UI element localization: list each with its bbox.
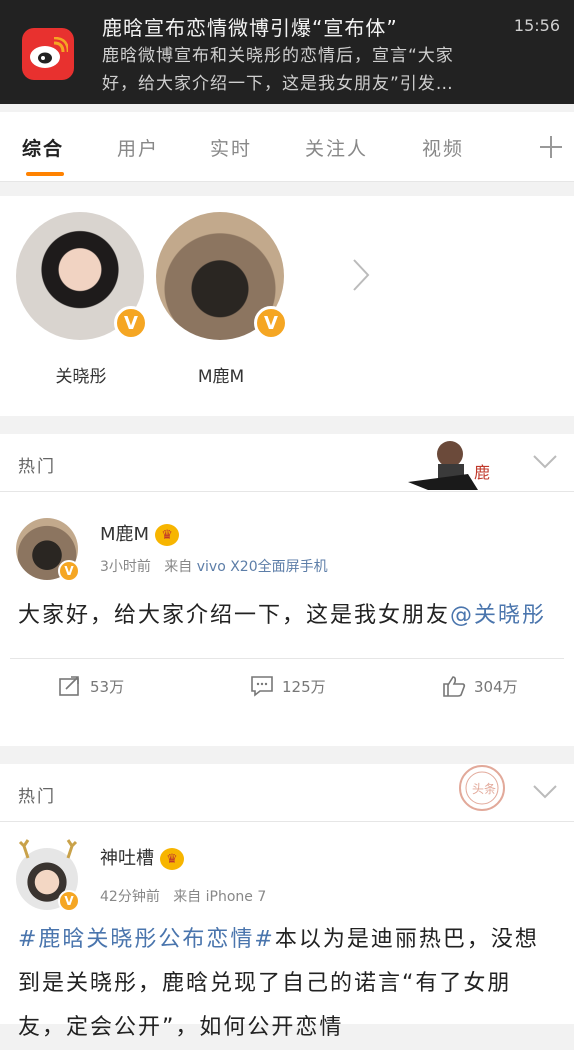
post-text: 大家好，给大家介绍一下，这是我女朋友@关晓彤 bbox=[0, 584, 574, 638]
notification-title: 鹿晗宣布恋情微博引爆“宣布体” bbox=[102, 16, 398, 40]
author-name[interactable]: 神吐槽 ♛ bbox=[100, 844, 184, 870]
comment-count: 125万 bbox=[282, 677, 326, 696]
post-time: 3小时前 bbox=[100, 559, 151, 575]
hot-label: 热门 bbox=[18, 457, 56, 477]
crown-icon: ♛ bbox=[155, 524, 180, 546]
tab-users[interactable]: 用户 bbox=[117, 134, 159, 161]
post-source[interactable]: vivo X20全面屏手机 bbox=[197, 559, 328, 575]
avatar: V bbox=[16, 212, 148, 340]
user-item-guanxiaotong[interactable]: V 关晓彤 bbox=[16, 212, 148, 387]
post-text-body: 大家好，给大家介绍一下，这是我女朋友 bbox=[18, 603, 451, 628]
post-card-2: 热门 头条 V 神吐槽 ♛ 42分钟前 来自 iPhone 7 #鹿晗关晓彤公布… bbox=[0, 764, 574, 1040]
user-item-mlum[interactable]: V M鹿M bbox=[156, 212, 288, 387]
mention-link[interactable]: @关晓彤 bbox=[450, 603, 546, 628]
verified-badge-icon: V bbox=[58, 890, 80, 912]
comment-icon bbox=[251, 676, 273, 697]
weibo-app-icon bbox=[22, 28, 74, 80]
tab-following[interactable]: 关注人 bbox=[305, 134, 368, 161]
notification-time: 15:56 bbox=[513, 16, 560, 35]
notification-banner[interactable]: 鹿晗宣布恋情微博引爆“宣布体” 15:56 鹿晗微博宣布和关晓彤的恋情后，宣言“… bbox=[0, 0, 574, 104]
chevron-right-icon[interactable] bbox=[350, 258, 372, 296]
like-count: 304万 bbox=[474, 677, 518, 696]
post-text: #鹿晗关晓彤公布恋情#本以为是迪丽热巴，没想到是关晓彤，鹿晗兑现了自己的诺言“有… bbox=[0, 914, 574, 1050]
hashtag-link[interactable]: #鹿晗关晓彤公布恋情# bbox=[18, 927, 275, 952]
tab-comprehensive[interactable]: 综合 bbox=[22, 134, 64, 161]
hot-header: 热门 鹿 bbox=[0, 434, 574, 492]
notification-body-line1: 鹿晗微博宣布和关晓彤的恋情后，宣言“大家 bbox=[102, 46, 454, 66]
hot-header: 热门 头条 bbox=[0, 764, 574, 822]
verified-badge-icon: V bbox=[114, 306, 148, 340]
comment-button[interactable]: 125万 bbox=[250, 675, 326, 697]
tab-video[interactable]: 视频 bbox=[422, 134, 464, 161]
thumbs-up-icon bbox=[443, 676, 466, 697]
stamp-watermark-icon: 头条 bbox=[444, 764, 518, 822]
hot-label: 热门 bbox=[18, 787, 56, 807]
repost-icon bbox=[59, 676, 79, 696]
avatar: V bbox=[156, 212, 288, 340]
antler-decoration-icon bbox=[18, 836, 78, 864]
notification-body-line2: 好，给大家介绍一下，这是我女朋友”引发… bbox=[102, 74, 454, 94]
post-from: 来自 bbox=[173, 889, 202, 905]
active-tab-indicator bbox=[26, 172, 64, 176]
post-header: V M鹿M ♛ 3小时前 来自 vivo X20全面屏手机 bbox=[0, 492, 574, 584]
author-name-text: 神吐槽 bbox=[100, 848, 154, 869]
repost-count: 53万 bbox=[90, 677, 125, 696]
verified-badge-icon: V bbox=[58, 560, 80, 582]
post-source[interactable]: iPhone 7 bbox=[206, 889, 267, 905]
tab-realtime[interactable]: 实时 bbox=[210, 134, 252, 161]
post-meta: 3小时前 来自 vivo X20全面屏手机 bbox=[100, 556, 328, 576]
author-name-text: M鹿M bbox=[100, 524, 150, 545]
verified-badge-icon: V bbox=[254, 306, 288, 340]
repost-button[interactable]: 53万 bbox=[58, 675, 124, 697]
add-tab-plus-icon[interactable] bbox=[538, 134, 564, 164]
post-from: 来自 bbox=[164, 559, 193, 575]
search-tab-bar: 综合 用户 实时 关注人 视频 bbox=[0, 112, 574, 182]
post-meta: 42分钟前 来自 iPhone 7 bbox=[100, 886, 266, 906]
promo-sticker-icon: 鹿 bbox=[408, 434, 504, 492]
avatar[interactable]: V bbox=[16, 518, 80, 582]
user-name: 关晓彤 bbox=[55, 367, 107, 387]
author-name[interactable]: M鹿M ♛ bbox=[100, 520, 180, 546]
like-button[interactable]: 304万 bbox=[442, 675, 518, 697]
post-actions: 53万 125万 304万 bbox=[10, 658, 564, 716]
chevron-down-icon[interactable] bbox=[532, 784, 558, 804]
post-card-1: 热门 鹿 V M鹿M ♛ 3小时前 来自 vivo X20全面屏手机 大家好，给大… bbox=[0, 434, 574, 746]
svg-text:鹿: 鹿 bbox=[474, 463, 490, 482]
crown-icon: ♛ bbox=[160, 848, 184, 870]
svg-text:头条: 头条 bbox=[472, 782, 496, 796]
user-name: M鹿M bbox=[197, 367, 245, 387]
notification-body: 鹿晗微博宣布和关晓彤的恋情后，宣言“大家 好，给大家介绍一下，这是我女朋友”引发… bbox=[102, 42, 546, 98]
post-header: V 神吐槽 ♛ 42分钟前 来自 iPhone 7 bbox=[0, 822, 574, 914]
users-card: V 关晓彤 V M鹿M bbox=[0, 196, 574, 416]
post-time: 42分钟前 bbox=[100, 889, 160, 905]
chevron-down-icon[interactable] bbox=[532, 454, 558, 474]
